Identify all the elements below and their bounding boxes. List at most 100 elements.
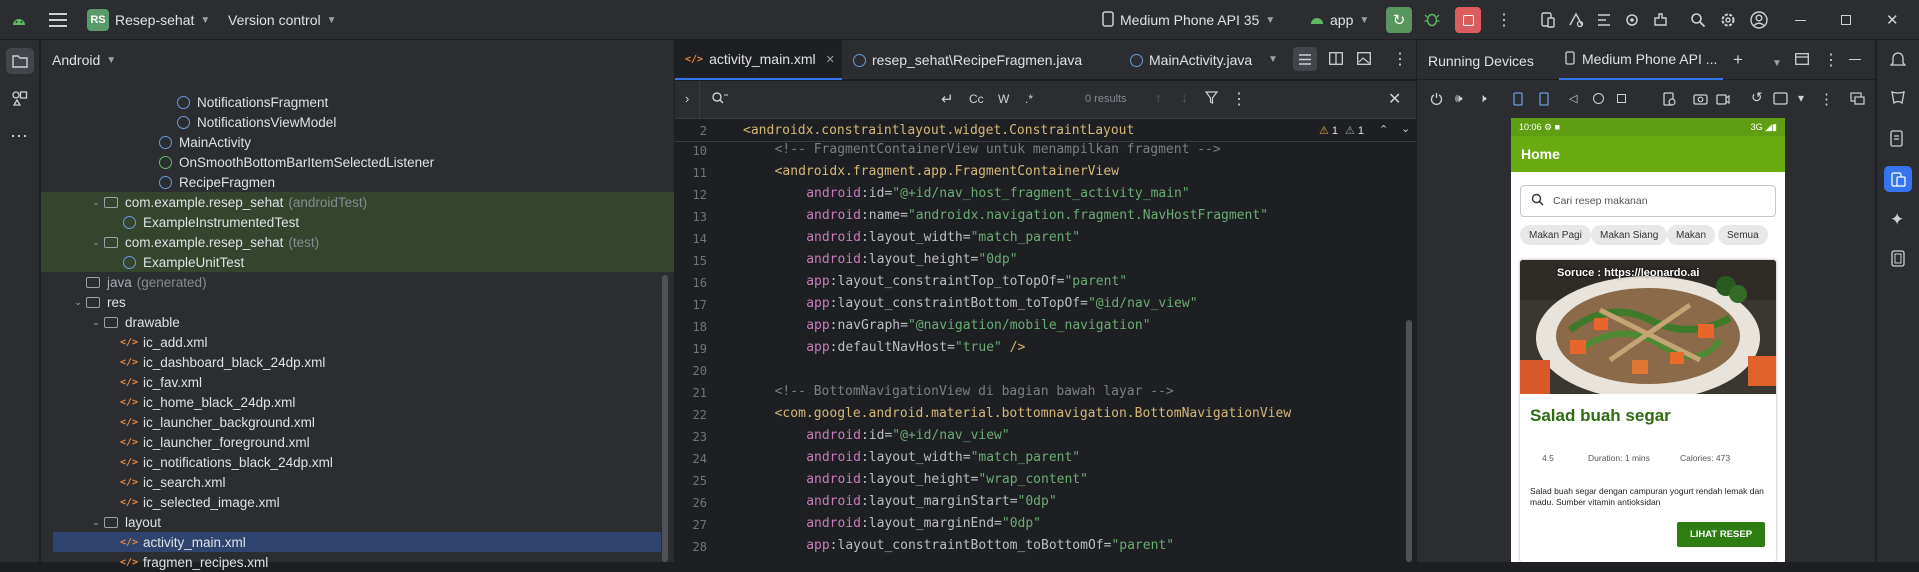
tree-item[interactable]: NotificationsFragment <box>41 92 674 112</box>
code-line[interactable]: android:layout_marginStart="0dp" <box>806 494 1056 509</box>
project-view-selector[interactable]: Android ▼ <box>41 40 674 80</box>
weak-warning-indicator[interactable]: ⚠ 1 <box>1345 124 1364 137</box>
chevron-down-icon[interactable]: ▼ <box>1772 54 1782 69</box>
expand-toggle-icon[interactable]: ⌄ <box>89 517 103 528</box>
code-line[interactable]: <com.google.android.material.bottomnavig… <box>775 406 1292 421</box>
chevron-down-icon[interactable]: ⌄ <box>1401 122 1410 135</box>
chip-makan-siang[interactable]: Makan Siang <box>1591 225 1668 245</box>
code-line[interactable]: <androidx.fragment.app.FragmentContainer… <box>775 164 1119 179</box>
tree-item[interactable]: ⌄ drawable <box>41 312 674 332</box>
maximize-window-button[interactable] <box>1841 0 1851 40</box>
tree-item[interactable]: </> activity_main.xml <box>53 532 661 552</box>
mirror-icon[interactable] <box>1850 92 1865 108</box>
tab-recipe-fragmen[interactable]: resep_sehat\RecipeFragmen.java <box>843 40 1092 80</box>
chip-semua[interactable]: Semua <box>1718 225 1768 245</box>
snapshot-icon[interactable] <box>1663 92 1676 109</box>
editor-more-icon[interactable]: ⋮ <box>1392 49 1408 69</box>
volume-down-icon[interactable]: 🕨 <box>1479 91 1487 106</box>
tree-item[interactable]: </> ic_launcher_foreground.xml <box>41 432 674 452</box>
code-line[interactable]: app:navGraph="@navigation/mobile_navigat… <box>806 318 1150 333</box>
code-line[interactable]: android:id="@+id/nav_host_fragment_activ… <box>806 186 1190 201</box>
toolbar-more-icon[interactable]: ⋮ <box>1819 90 1834 108</box>
main-menu-icon[interactable] <box>49 0 67 40</box>
expand-replace-icon[interactable]: › <box>685 91 689 106</box>
tree-item[interactable]: </> ic_home_black_24dp.xml <box>41 392 674 412</box>
tree-item[interactable]: NotificationsViewModel <box>41 112 674 132</box>
tree-item[interactable]: </> ic_selected_image.xml <box>41 492 674 512</box>
notifications-icon[interactable] <box>1889 51 1907 71</box>
settings-sync-icon[interactable] <box>1624 0 1640 40</box>
filter-icon[interactable] <box>1204 91 1219 107</box>
more-tools-icon[interactable]: ⋯ <box>10 126 29 147</box>
tree-item[interactable]: OnSmoothBottomBarItemSelectedListener <box>41 152 674 172</box>
emulator-screen[interactable]: 10:06 ⚙ ■ 3G ◢▮ Home Cari resep makanan … <box>1511 118 1785 562</box>
overview-icon[interactable] <box>1617 94 1626 103</box>
find-more-icon[interactable]: ⋮ <box>1231 89 1247 109</box>
tree-item[interactable]: ExampleInstrumentedTest <box>41 212 674 232</box>
view-recipe-button[interactable]: LIHAT RESEP <box>1677 522 1765 547</box>
app-inspection-icon[interactable] <box>1596 0 1612 40</box>
window-layout-icon[interactable] <box>1795 53 1809 68</box>
split-view-icon[interactable] <box>1329 52 1343 68</box>
code-line[interactable]: android:layout_marginEnd="0dp" <box>806 516 1041 531</box>
debug-button[interactable] <box>1424 0 1440 40</box>
resource-manager-icon[interactable] <box>11 90 29 111</box>
device-selector[interactable]: Medium Phone API 35 ▼ <box>1102 0 1275 40</box>
sparkle-ai-icon[interactable]: ✦ <box>1890 210 1904 230</box>
volume-up-icon[interactable]: 🕪 <box>1455 91 1463 106</box>
power-icon[interactable] <box>1430 92 1443 108</box>
gemini-icon[interactable] <box>1890 90 1907 108</box>
close-window-button[interactable]: ✕ <box>1886 0 1899 40</box>
code-view-icon[interactable] <box>1293 47 1317 71</box>
expand-toggle-icon[interactable]: ⌄ <box>89 317 103 328</box>
close-tab-icon[interactable]: ✕ <box>826 53 835 66</box>
device-explorer-icon[interactable] <box>1890 130 1905 150</box>
run-config-selector[interactable]: app ▼ <box>1310 0 1369 40</box>
tree-item[interactable]: java (generated) <box>41 272 674 292</box>
project-switcher[interactable]: RS Resep-sehat ▼ <box>87 0 210 40</box>
emulator-icon[interactable] <box>1891 250 1905 270</box>
screenshot-icon[interactable] <box>1693 92 1708 108</box>
chip-makan[interactable]: Makan <box>1667 225 1716 245</box>
plugins-icon[interactable] <box>1652 0 1668 40</box>
reset-icon[interactable]: ↺ <box>1751 89 1763 106</box>
device-manager-icon[interactable] <box>1540 0 1556 40</box>
device-frame-icon[interactable] <box>1773 92 1788 108</box>
search-everywhere-icon[interactable] <box>1690 0 1706 40</box>
profiler-icon[interactable] <box>1568 0 1584 40</box>
tabs-dropdown-icon[interactable]: ▼ <box>1268 54 1278 65</box>
tree-item[interactable]: RecipeFragmen <box>41 172 674 192</box>
more-actions-icon[interactable]: ⋮ <box>1496 0 1512 40</box>
chevron-up-icon[interactable]: ⌃ <box>1379 123 1388 136</box>
code-line[interactable]: app:layout_constraintTop_toTopOf="parent… <box>806 274 1127 289</box>
code-line[interactable]: app:layout_constraintBottom_toBottomOf="… <box>806 538 1174 553</box>
code-line[interactable]: android:layout_width="match_parent" <box>806 450 1080 465</box>
code-line[interactable]: android:layout_height="wrap_content" <box>806 472 1088 487</box>
expand-toggle-icon[interactable]: ⌄ <box>71 297 85 308</box>
tree-item[interactable]: </> ic_notifications_black_24dp.xml <box>41 452 674 472</box>
tree-item[interactable]: ⌄ com.example.resep_sehat (test) <box>41 232 674 252</box>
screen-record-icon[interactable] <box>1716 93 1730 108</box>
code-line[interactable]: android:id="@+id/nav_view" <box>806 428 1010 443</box>
previous-occurrence-icon[interactable]: ↑ <box>1155 90 1162 105</box>
code-line[interactable]: <!-- FragmentContainerView untuk menampi… <box>775 142 1221 157</box>
chevron-down-icon[interactable]: ▾ <box>1798 91 1804 105</box>
design-view-icon[interactable] <box>1357 52 1371 68</box>
rotate-left-icon[interactable] <box>1513 92 1525 109</box>
expand-toggle-icon[interactable]: ⌄ <box>89 197 103 208</box>
warning-indicator[interactable]: ⚠ 1 <box>1319 124 1338 137</box>
tree-item[interactable]: </> fragmen_recipes.xml <box>41 552 674 572</box>
code-line[interactable]: android:layout_width="match_parent" <box>806 230 1080 245</box>
tree-item[interactable]: </> ic_launcher_background.xml <box>41 412 674 432</box>
project-folder-icon[interactable] <box>6 48 34 74</box>
tab-main-activity[interactable]: MainActivity.java <box>1120 40 1262 80</box>
running-devices-icon[interactable] <box>1884 166 1912 192</box>
tree-item[interactable]: ExampleUnitTest <box>41 252 674 272</box>
add-device-icon[interactable]: + <box>1733 50 1743 70</box>
whole-words-toggle[interactable]: W <box>998 92 1009 106</box>
stop-button[interactable] <box>1455 0 1481 40</box>
recipe-search-field[interactable]: Cari resep makanan <box>1520 185 1776 217</box>
chip-makan-pagi[interactable]: Makan Pagi <box>1520 225 1591 245</box>
tree-item[interactable]: ⌄ res <box>41 292 674 312</box>
vcs-menu[interactable]: Version control ▼ <box>228 0 337 40</box>
